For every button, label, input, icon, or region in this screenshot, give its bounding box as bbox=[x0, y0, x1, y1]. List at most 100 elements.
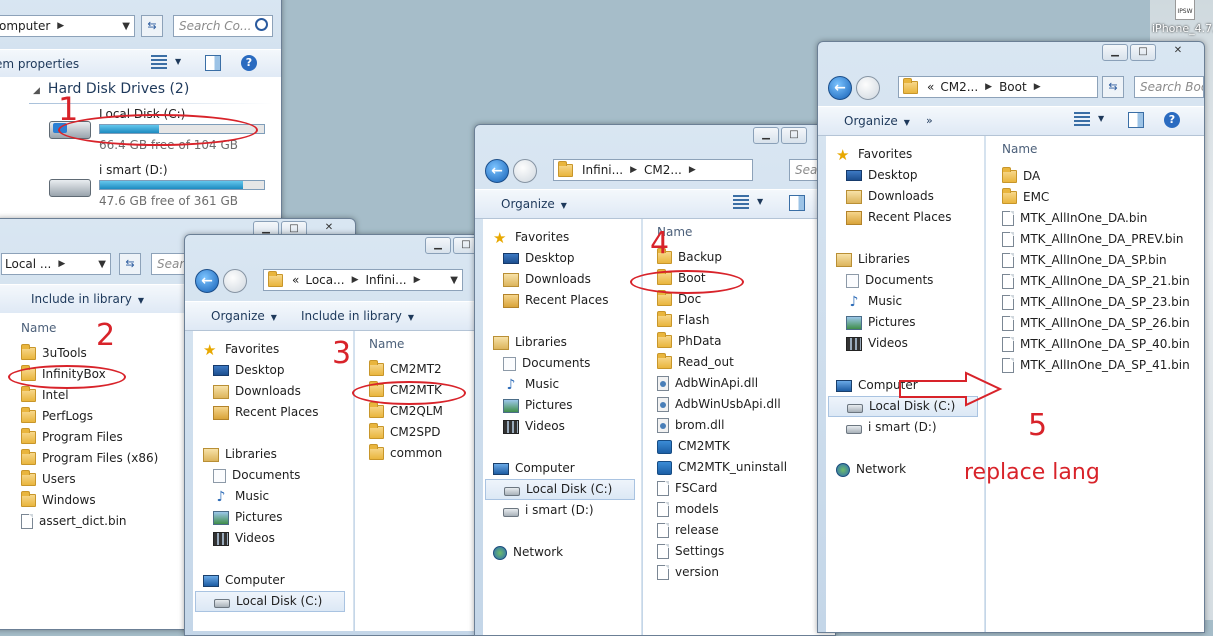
nav-item[interactable]: ♪ Music bbox=[846, 291, 903, 312]
chevron-down-icon[interactable]: ▼ bbox=[450, 275, 458, 286]
collapse-icon[interactable]: ◢ bbox=[33, 86, 40, 96]
address-segment[interactable]: Infini... bbox=[365, 273, 406, 287]
nav-item[interactable]: Pictures bbox=[846, 312, 916, 333]
maximize-button[interactable]: □ bbox=[1130, 44, 1156, 61]
nav-item[interactable]: Downloads bbox=[503, 269, 591, 290]
address-segment[interactable]: omputer bbox=[0, 19, 50, 33]
more-commands-icon[interactable]: » bbox=[926, 114, 933, 127]
nav-item[interactable]: Documents bbox=[846, 270, 933, 291]
nav-item[interactable]: Videos bbox=[213, 528, 275, 549]
address-segment[interactable]: Loca... bbox=[305, 273, 344, 287]
file-list-item[interactable]: version bbox=[657, 562, 719, 583]
nav-item[interactable]: ♪ Music bbox=[213, 486, 270, 507]
chevron-right-icon[interactable]: ▶ bbox=[630, 165, 637, 175]
file-list-item[interactable]: MTK_AllInOne_DA_SP.bin bbox=[1002, 250, 1167, 271]
minimize-button[interactable]: ▁ bbox=[753, 127, 779, 144]
file-list-item[interactable]: models bbox=[657, 499, 719, 520]
nav-item[interactable]: i smart (D:) bbox=[503, 500, 594, 521]
nav-computer[interactable]: Computer bbox=[493, 458, 575, 479]
address-bar[interactable]: « Loca... ▶ Infini... ▶ ▼ bbox=[263, 269, 463, 291]
nav-favorites[interactable]: ★ Favorites bbox=[203, 339, 279, 360]
nav-item[interactable]: Documents bbox=[503, 353, 590, 374]
chevron-right-icon[interactable]: ▶ bbox=[1034, 82, 1041, 92]
minimize-button[interactable]: ▁ bbox=[425, 237, 451, 254]
file-list-item[interactable]: Settings bbox=[657, 541, 724, 562]
back-button[interactable]: ← bbox=[485, 159, 509, 183]
file-list-item[interactable]: brom.dll bbox=[657, 415, 724, 436]
file-list-item[interactable]: MTK_AllInOne_DA.bin bbox=[1002, 208, 1147, 229]
system-properties-button[interactable]: em properties bbox=[0, 57, 79, 71]
organize-button[interactable]: Organize ▼ bbox=[844, 114, 910, 128]
file-list-item[interactable]: FSCard bbox=[657, 478, 717, 499]
nav-item[interactable]: i smart (D:) bbox=[846, 417, 937, 438]
chevron-right-icon[interactable]: ▶ bbox=[689, 165, 696, 175]
nav-favorites[interactable]: ★ Favorites bbox=[836, 144, 912, 165]
nav-favorites[interactable]: ★ Favorites bbox=[493, 227, 569, 248]
chevron-right-icon[interactable]: ▶ bbox=[352, 275, 359, 285]
include-in-library-button[interactable]: Include in library ▼ bbox=[31, 292, 144, 306]
address-segment[interactable]: « bbox=[292, 273, 299, 287]
file-list-item[interactable]: Flash bbox=[657, 310, 709, 331]
nav-item[interactable]: Videos bbox=[846, 333, 908, 354]
file-list-item[interactable]: Users bbox=[21, 469, 76, 490]
file-list-item[interactable]: Program Files bbox=[21, 427, 123, 448]
search-input[interactable]: Search Boo bbox=[1134, 76, 1204, 98]
nav-computer[interactable]: Computer bbox=[203, 570, 285, 591]
refresh-button[interactable]: ⇆ bbox=[141, 15, 163, 37]
preview-pane-icon[interactable] bbox=[1128, 112, 1144, 128]
column-header-name[interactable]: Name bbox=[369, 337, 404, 351]
close-button[interactable]: ✕ bbox=[1158, 44, 1198, 59]
organize-button[interactable]: Organize ▼ bbox=[211, 309, 277, 323]
address-segment[interactable]: Infini... bbox=[582, 163, 623, 177]
help-icon[interactable]: ? bbox=[1164, 112, 1180, 128]
nav-network[interactable]: Network bbox=[836, 459, 906, 480]
file-list-item[interactable]: CM2MTK_uninstall bbox=[657, 457, 787, 478]
file-list-item[interactable]: MTK_AllInOne_DA_SP_26.bin bbox=[1002, 313, 1190, 334]
address-segment[interactable]: Local ... bbox=[5, 257, 51, 271]
file-list-item[interactable]: MTK_AllInOne_DA_SP_41.bin bbox=[1002, 355, 1190, 376]
nav-item[interactable]: Documents bbox=[213, 465, 300, 486]
column-header-name[interactable]: Name bbox=[21, 321, 56, 335]
address-bar[interactable]: « CM2... ▶ Boot ▶ bbox=[898, 76, 1098, 98]
address-segment[interactable]: CM2... bbox=[644, 163, 682, 177]
nav-item[interactable]: Desktop bbox=[503, 248, 575, 269]
nav-libraries[interactable]: Libraries bbox=[203, 444, 277, 465]
back-button[interactable]: ← bbox=[828, 76, 852, 100]
nav-libraries[interactable]: Libraries bbox=[836, 249, 910, 270]
refresh-button[interactable]: ⇆ bbox=[119, 253, 141, 275]
maximize-button[interactable]: □ bbox=[781, 127, 807, 144]
nav-network[interactable]: Network bbox=[493, 542, 563, 563]
nav-item[interactable]: Local Disk (C:) bbox=[485, 479, 635, 500]
chevron-right-icon[interactable]: ▶ bbox=[57, 21, 64, 31]
address-bar[interactable]: Local ... ▶ ▼ bbox=[1, 253, 111, 275]
view-options-icon[interactable] bbox=[733, 195, 749, 211]
file-list-item[interactable]: EMC bbox=[1002, 187, 1049, 208]
forward-button[interactable] bbox=[856, 76, 880, 100]
chevron-down-icon[interactable]: ▼ bbox=[1098, 114, 1104, 123]
include-in-library-button[interactable]: Include in library ▼ bbox=[301, 309, 414, 323]
drive-name[interactable]: i smart (D:) bbox=[99, 163, 168, 177]
preview-pane-icon[interactable] bbox=[789, 195, 805, 211]
group-header[interactable]: ◢ Hard Disk Drives (2) bbox=[33, 81, 189, 97]
forward-button[interactable] bbox=[223, 269, 247, 293]
file-list-item[interactable]: PhData bbox=[657, 331, 722, 352]
file-list-item[interactable]: AdbWinApi.dll bbox=[657, 373, 758, 394]
file-list-item[interactable]: Program Files (x86) bbox=[21, 448, 158, 469]
organize-button[interactable]: Organize ▼ bbox=[501, 197, 567, 211]
chevron-down-icon[interactable]: ▼ bbox=[122, 21, 130, 32]
file-list-item[interactable]: MTK_AllInOne_DA_SP_23.bin bbox=[1002, 292, 1190, 313]
view-options-icon[interactable] bbox=[1074, 112, 1090, 128]
nav-item[interactable]: Desktop bbox=[213, 360, 285, 381]
nav-item[interactable]: Downloads bbox=[846, 186, 934, 207]
nav-item[interactable]: Local Disk (C:) bbox=[195, 591, 345, 612]
preview-pane-icon[interactable] bbox=[205, 55, 221, 71]
view-options-icon[interactable] bbox=[151, 55, 167, 71]
back-button[interactable]: ← bbox=[195, 269, 219, 293]
desktop-icon-ipsw[interactable]: IPSW iPhone_4.7... bbox=[1152, 0, 1213, 36]
address-bar[interactable]: omputer ▶ ▼ bbox=[0, 15, 135, 37]
file-list-item[interactable]: CM2MT2 bbox=[369, 359, 442, 380]
file-list-item[interactable]: MTK_AllInOne_DA_SP_40.bin bbox=[1002, 334, 1190, 355]
column-header-name[interactable]: Name bbox=[1002, 142, 1037, 156]
file-list-item[interactable]: Read_out bbox=[657, 352, 734, 373]
file-list-item[interactable]: MTK_AllInOne_DA_PREV.bin bbox=[1002, 229, 1183, 250]
